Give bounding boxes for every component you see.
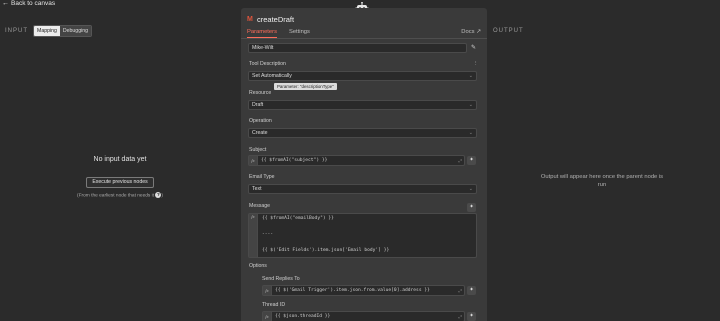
thread-id-label: Thread ID: [262, 302, 286, 308]
send-replies-to-label: Send Replies To: [262, 276, 300, 282]
node-tabs: Parameters Settings: [247, 29, 310, 38]
resource-value: Draft: [252, 102, 264, 108]
resource-select[interactable]: Draft ⌄: [248, 100, 477, 110]
no-input-title: No input data yet: [93, 156, 147, 163]
input-panel: INPUT Mapping Debugging No input data ye…: [0, 20, 240, 321]
input-view-toggle: Mapping Debugging: [33, 25, 93, 37]
ai-sparkle-button[interactable]: ✦: [467, 312, 476, 321]
credential-value: Mike-Wilt: [252, 45, 274, 51]
fx-icon: fx: [263, 312, 272, 321]
ai-sparkle-button[interactable]: ✦: [467, 203, 476, 212]
tool-description-label: Tool Description: [249, 61, 286, 67]
chevron-down-icon: ⌄: [468, 73, 473, 79]
tab-parameters[interactable]: Parameters: [247, 29, 277, 38]
parameter-tooltip: Parameter: "descriptionType": [274, 83, 337, 90]
expand-icon[interactable]: ⤢: [459, 286, 462, 295]
docs-link[interactable]: Docs ↗: [461, 29, 481, 35]
fx-icon: fx: [263, 286, 272, 295]
expand-icon[interactable]: ⤢: [459, 312, 462, 321]
output-panel: OUTPUT Output will appear here once the …: [487, 20, 720, 321]
ai-sparkle-button[interactable]: ✦: [467, 286, 476, 295]
operation-value: Create: [252, 130, 268, 136]
subject-value: {{ $fromAI("subject") }}: [261, 158, 328, 163]
send-replies-to-field[interactable]: fx {{ $('Gmail Trigger').item.json.from.…: [262, 285, 465, 296]
execute-hint: (From the earliest node that needs it ?): [76, 192, 163, 199]
chevron-down-icon: ⌄: [468, 102, 473, 108]
message-line-2: ----: [262, 232, 274, 237]
fx-icon: fx: [249, 156, 258, 165]
tabs-divider: [241, 38, 487, 39]
tab-settings[interactable]: Settings: [289, 29, 310, 38]
chevron-down-icon: ⌄: [468, 186, 473, 192]
message-line-1: {{ $fromAI("emailBody") }}: [262, 216, 334, 221]
back-to-canvas-label: Back to canvas: [11, 0, 56, 7]
mapping-toggle[interactable]: Mapping: [34, 26, 60, 36]
subject-expression-field[interactable]: fx {{ $fromAI("subject") }} ⤢: [248, 155, 465, 166]
operation-label: Operation: [249, 118, 272, 124]
back-to-canvas-link[interactable]: ← Back to canvas: [2, 0, 55, 7]
message-expression-field[interactable]: fx {{ $fromAI("emailBody") }} ---- {{ $(…: [248, 213, 477, 258]
docs-label: Docs: [461, 29, 475, 35]
output-label: OUTPUT: [493, 28, 524, 34]
options-label: Options: [249, 263, 267, 269]
thread-id-field[interactable]: fx {{ $json.threadId }} ⤢: [262, 311, 465, 321]
thread-id-value: {{ $json.threadId }}: [275, 314, 331, 319]
email-type-label: Email Type: [249, 174, 275, 180]
credential-select[interactable]: Mike-Wilt: [248, 43, 467, 53]
execute-previous-nodes-button[interactable]: Execute previous nodes: [86, 177, 154, 188]
email-type-value: Text: [252, 186, 262, 192]
tool-description-select[interactable]: Set Automatically ⌄: [248, 71, 477, 81]
fx-icon: fx: [249, 214, 258, 257]
operation-select[interactable]: Create ⌄: [248, 128, 477, 138]
tool-description-value: Set Automatically: [252, 73, 292, 79]
node-header: M createDraft: [241, 8, 487, 28]
external-link-icon: ↗: [476, 29, 481, 35]
resource-label: Resource: [249, 90, 272, 96]
info-icon[interactable]: ⋮: [473, 61, 479, 67]
node-title[interactable]: createDraft: [257, 15, 294, 24]
arrow-left-icon: ←: [2, 0, 9, 7]
input-label: INPUT: [5, 28, 28, 34]
message-line-3: {{ $('Edit Fields').item.json['Email bod…: [262, 248, 390, 253]
output-empty-message: Output will appear here once the parent …: [540, 174, 664, 188]
message-label: Message: [249, 203, 271, 209]
gmail-icon: M: [247, 16, 253, 23]
execute-hint-text: (From the earliest node that needs it: [76, 193, 155, 199]
chevron-down-icon: ⌄: [468, 130, 473, 136]
expand-icon[interactable]: ⤢: [459, 156, 462, 165]
send-replies-to-value: {{ $('Gmail Trigger').item.json.from.val…: [275, 288, 430, 293]
debugging-toggle[interactable]: Debugging: [59, 26, 92, 36]
pencil-icon[interactable]: ✎: [471, 44, 476, 51]
subject-label: Subject: [249, 147, 267, 153]
ai-sparkle-button[interactable]: ✦: [467, 156, 476, 165]
email-type-select[interactable]: Text ⌄: [248, 184, 477, 194]
